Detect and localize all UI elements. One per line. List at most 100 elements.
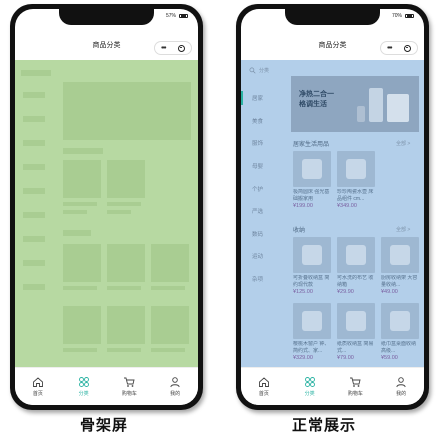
product-name: 厨房收纳架 大容量收纳... xyxy=(381,275,418,288)
search-bar[interactable]: 分类 xyxy=(249,67,269,74)
skeleton-text xyxy=(151,348,185,352)
category-item[interactable]: 美食 xyxy=(241,110,285,133)
user-icon xyxy=(396,377,406,388)
product-card[interactable]: 樱桃木窗户 钟、简约式、家... ¥329.00 xyxy=(293,303,331,361)
banner-line1: 净热二合一 xyxy=(299,91,334,98)
skeleton-cat xyxy=(23,140,45,146)
banner-product-image xyxy=(357,106,365,122)
product-card[interactable]: 珍珍陶瓷水壶 床品组件 cm... ¥349.00 xyxy=(337,151,375,209)
battery-icon xyxy=(405,14,414,18)
phone-normal: 70% 商品分类 ••• 分类 居家 美食 服饰 母婴 个护 严选 数码 运动 … xyxy=(236,4,429,410)
product-card[interactable]: 厨房收纳架 大容量收纳... ¥49.00 xyxy=(381,237,419,295)
battery-percent: 70% xyxy=(391,13,402,19)
skeleton-text xyxy=(107,202,141,206)
search-placeholder: 分类 xyxy=(259,68,270,74)
tab-label: 分类 xyxy=(304,391,315,397)
product-card[interactable]: 纸质收纳盒 简易式... ¥79.00 xyxy=(337,303,375,361)
product-image xyxy=(337,151,375,187)
skeleton-product xyxy=(107,160,145,198)
banner-product-image xyxy=(387,94,409,122)
status-bar: 70% xyxy=(392,13,414,19)
product-name: 可折叠收纳盒 简约现代款 xyxy=(293,275,330,288)
tab-bar: 首页 分类 购物车 我的 xyxy=(241,367,424,405)
category-item[interactable]: 居家 xyxy=(241,87,285,110)
product-price: ¥199.00 xyxy=(293,203,313,209)
home-icon xyxy=(258,377,269,387)
mini-program-capsule[interactable]: ••• xyxy=(154,41,192,55)
product-name: 纸质收纳盒 简易式... xyxy=(337,341,374,354)
tab-category[interactable]: 分类 xyxy=(61,368,107,405)
tab-label: 我的 xyxy=(170,391,181,397)
product-image xyxy=(293,151,331,187)
category-item[interactable]: 运动 xyxy=(241,245,285,268)
screen-normal: 70% 商品分类 ••• 分类 居家 美食 服饰 母婴 个护 严选 数码 运动 … xyxy=(241,9,424,405)
user-icon xyxy=(170,377,180,388)
category-icon xyxy=(304,377,315,387)
status-bar: 57% xyxy=(166,13,188,19)
tab-home[interactable]: 首页 xyxy=(15,368,61,405)
skeleton-product xyxy=(63,160,101,198)
section-title: 收纳 xyxy=(293,228,306,234)
caption-normal: 正常展示 xyxy=(292,417,357,434)
close-target-icon[interactable] xyxy=(177,44,185,52)
skeleton-text xyxy=(151,286,185,290)
product-image xyxy=(337,237,375,273)
section-more-link[interactable]: 全部 > xyxy=(396,226,410,233)
skeleton-product xyxy=(63,244,101,282)
skeleton-cat xyxy=(23,212,45,218)
product-image xyxy=(293,237,331,273)
category-item[interactable]: 杂项 xyxy=(241,268,285,291)
product-name: 纸巾盒桌面收纳 高级... xyxy=(381,341,417,354)
tab-home[interactable]: 首页 xyxy=(241,368,287,405)
category-item[interactable]: 母婴 xyxy=(241,155,285,178)
tab-mine[interactable]: 我的 xyxy=(152,368,198,405)
product-name: 樱桃木窗户 钟、简约式、家... xyxy=(293,341,330,354)
skeleton-product xyxy=(151,244,189,282)
product-price: ¥49.00 xyxy=(381,289,398,295)
category-item[interactable]: 数码 xyxy=(241,223,285,246)
category-item[interactable]: 服饰 xyxy=(241,132,285,155)
skeleton-cat xyxy=(23,116,45,122)
category-icon xyxy=(78,377,89,387)
product-card[interactable]: 可水洗的布艺 收纳箱 ¥29.90 xyxy=(337,237,375,295)
phone-notch xyxy=(59,9,154,25)
skeleton-cat xyxy=(23,92,45,98)
close-target-icon[interactable] xyxy=(403,44,411,52)
product-image xyxy=(381,303,419,339)
phone-notch xyxy=(285,9,380,25)
skeleton-banner xyxy=(63,82,191,140)
skeleton-product xyxy=(107,306,145,344)
skeleton-text xyxy=(63,202,97,206)
tab-category[interactable]: 分类 xyxy=(287,368,333,405)
category-item[interactable]: 严选 xyxy=(241,200,285,223)
more-icon[interactable]: ••• xyxy=(161,45,166,52)
product-price: ¥29.90 xyxy=(337,289,354,295)
product-card[interactable]: 纸巾盒桌面收纳 高级... ¥59.00 xyxy=(381,303,419,361)
tab-cart[interactable]: 购物车 xyxy=(333,368,379,405)
more-icon[interactable]: ••• xyxy=(387,45,392,52)
skeleton-title xyxy=(63,148,103,154)
section-more-link[interactable]: 全部 > xyxy=(396,140,410,147)
product-price: ¥59.00 xyxy=(381,355,398,361)
tab-label: 我的 xyxy=(396,391,407,397)
banner-text: 净热二合一 格调生活 xyxy=(299,90,334,110)
product-price: ¥349.00 xyxy=(337,203,357,209)
skeleton-overlay xyxy=(15,60,198,367)
tab-label: 首页 xyxy=(258,391,269,397)
skeleton-cat xyxy=(23,236,45,242)
mini-program-capsule[interactable]: ••• xyxy=(380,41,418,55)
product-card[interactable]: 可折叠收纳盒 简约现代款 ¥125.00 xyxy=(293,237,331,295)
skeleton-text xyxy=(63,348,97,352)
tab-cart[interactable]: 购物车 xyxy=(107,368,153,405)
promo-banner[interactable]: 净热二合一 格调生活 xyxy=(291,76,419,132)
category-item[interactable]: 个护 xyxy=(241,177,285,200)
battery-icon xyxy=(179,14,188,18)
product-name: 极简圆床 强光基础搬家用 xyxy=(293,189,330,202)
caption-skeleton: 骨架屏 xyxy=(80,417,129,434)
category-sidebar: 居家 美食 服饰 母婴 个护 严选 数码 运动 杂项 xyxy=(241,87,285,290)
tab-mine[interactable]: 我的 xyxy=(378,368,424,405)
product-card[interactable]: 极简圆床 强光基础搬家用 ¥199.00 xyxy=(293,151,331,209)
skeleton-text xyxy=(107,286,141,290)
search-icon xyxy=(249,67,256,74)
skeleton-cat xyxy=(23,164,45,170)
